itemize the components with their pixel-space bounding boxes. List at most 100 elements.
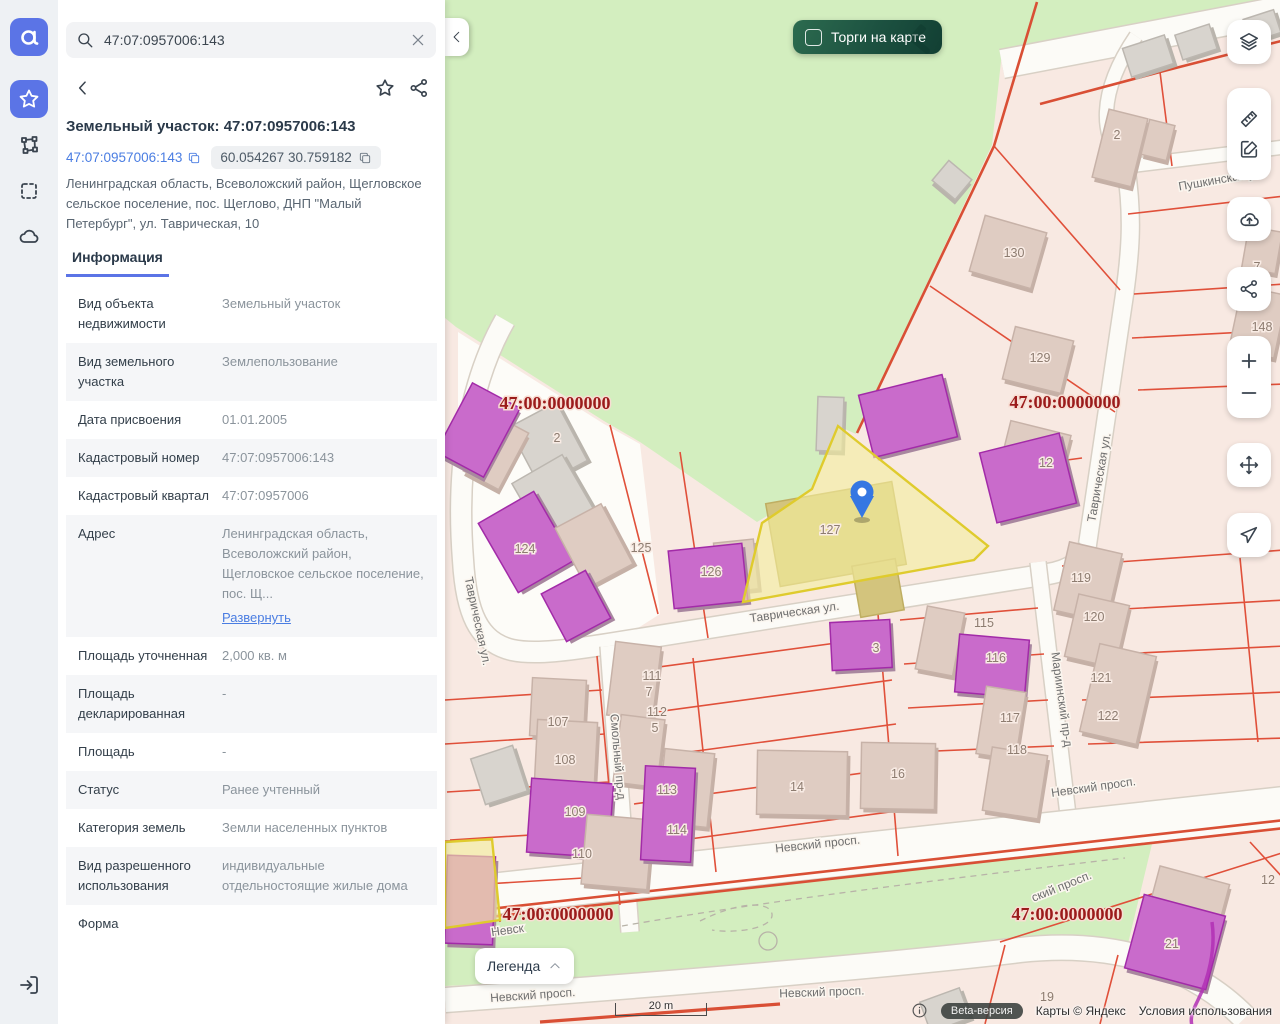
info-icon[interactable] xyxy=(911,1002,928,1019)
object-info-panel: Земельный участок: 47:07:0957006:143 47:… xyxy=(58,0,445,1024)
gavel-icon xyxy=(898,22,938,54)
share-icon xyxy=(1238,278,1260,300)
tabs: Информация xyxy=(66,243,436,277)
parcel-number-label: 120 xyxy=(1084,610,1105,624)
row-label: Категория земель xyxy=(78,818,210,838)
parcel-number-label: 124 xyxy=(515,542,536,556)
polygon-tool-button[interactable] xyxy=(10,126,48,164)
dashed-selection-icon xyxy=(17,179,41,203)
row-value xyxy=(222,914,425,934)
measure-draw-group xyxy=(1227,88,1271,180)
table-row: Кадастровый номер47:07:0957006:143 xyxy=(66,439,437,477)
parcel-number-label: 127 xyxy=(820,523,841,537)
row-value: - xyxy=(222,684,425,724)
copy-icon[interactable] xyxy=(358,151,372,165)
quarter-number-label: 47:00:0000000 xyxy=(1012,904,1123,924)
parcel-number-label: 12 xyxy=(1039,456,1053,470)
legend-button[interactable]: Легенда xyxy=(475,948,574,984)
table-row: СтатусРанее учтенный xyxy=(66,771,437,809)
parcel-number-label: 112 xyxy=(647,705,667,719)
star-icon xyxy=(17,87,41,111)
parcel-number-label: 2 xyxy=(1114,128,1121,142)
street-name-label: Невский просп. xyxy=(779,984,865,1001)
trades-checkbox[interactable] xyxy=(805,29,822,46)
zoom-in-button[interactable] xyxy=(1238,350,1260,372)
share-button[interactable] xyxy=(402,71,436,105)
cadastral-number-text: 47:07:0957006:143 xyxy=(66,150,182,165)
search-bar xyxy=(66,22,436,58)
row-label: Форма xyxy=(78,914,210,934)
parcel-number-label: 109 xyxy=(565,805,586,819)
login-button[interactable] xyxy=(10,966,48,1004)
row-value: 47:07:0957006:143 xyxy=(222,448,425,468)
search-input[interactable] xyxy=(102,31,410,49)
row-value: индивидуальные отдельностоящие жилые дом… xyxy=(222,856,425,896)
cloud-icon xyxy=(17,225,41,249)
pan-mode-button[interactable] xyxy=(1227,443,1271,487)
parcel-number-label: 14 xyxy=(790,780,804,794)
favorite-button[interactable] xyxy=(368,71,402,105)
locate-me-button[interactable] xyxy=(1227,513,1271,557)
trades-on-map-button[interactable]: Торги на карте xyxy=(793,20,942,54)
building xyxy=(982,747,1047,819)
copy-icon[interactable] xyxy=(187,151,201,165)
highlighted-parcel-secondary[interactable] xyxy=(445,839,500,928)
parcel-number-label: 113 xyxy=(657,783,677,797)
share-map-button[interactable] xyxy=(1227,267,1271,311)
upload-button[interactable] xyxy=(1227,197,1271,241)
row-label: Адрес xyxy=(78,524,210,628)
edit-icon[interactable] xyxy=(1238,138,1260,160)
expand-address-link[interactable]: Развернуть xyxy=(222,608,425,628)
object-address: Ленинградская область, Всеволожский райо… xyxy=(66,174,430,234)
chevron-left-icon xyxy=(450,30,464,44)
parcel-number-label: 116 xyxy=(986,651,1006,665)
favorites-tool-button[interactable] xyxy=(10,80,48,118)
parcel-number-label: 126 xyxy=(701,565,722,579)
map-attribution: Beta-версия Карты © Яндекс Условия испол… xyxy=(911,1002,1272,1019)
zoom-out-button[interactable] xyxy=(1238,382,1260,404)
map-canvas[interactable]: 47:00:000000047:00:000000047:00:00000004… xyxy=(445,0,1280,1024)
clear-search-icon[interactable] xyxy=(410,32,426,48)
layers-button[interactable] xyxy=(1227,20,1271,64)
zoom-controls xyxy=(1227,336,1271,418)
select-area-tool-button[interactable] xyxy=(10,172,48,210)
row-value: - xyxy=(222,742,425,762)
nspd-logo[interactable] xyxy=(10,18,48,56)
ruler-icon[interactable] xyxy=(1238,108,1260,130)
table-row: Вид разрешенного использованияиндивидуал… xyxy=(66,847,437,905)
parcel-number-label: 125 xyxy=(631,541,652,555)
parcel-number-label: 21 xyxy=(1165,937,1179,951)
table-row: Вид земельного участкаЗемлепользование xyxy=(66,343,437,401)
collapse-panel-button[interactable] xyxy=(445,18,469,56)
sign-in-icon xyxy=(17,973,41,997)
parcel-number-label: 129 xyxy=(1030,351,1051,365)
back-button[interactable] xyxy=(66,71,100,105)
row-label: Вид объекта недвижимости xyxy=(78,294,210,334)
coordinates-chip[interactable]: 60.054267 30.759182 xyxy=(211,146,380,169)
row-value: Земельный участок xyxy=(222,294,425,334)
row-value: Ленинградская область, Всеволожский райо… xyxy=(222,524,425,628)
cadastral-number-link[interactable]: 47:07:0957006:143 xyxy=(66,150,201,165)
table-row: Дата присвоения01.01.2005 xyxy=(66,401,437,439)
row-label: Статус xyxy=(78,780,210,800)
coordinates-text: 60.054267 30.759182 xyxy=(220,150,351,165)
building xyxy=(534,719,597,784)
table-row: Площадь уточненная2,000 кв. м xyxy=(66,637,437,675)
terms-of-use-link[interactable]: Условия использования xyxy=(1139,1004,1272,1018)
table-row: АдресЛенинградская область, Всеволожский… xyxy=(66,515,437,637)
share-icon xyxy=(408,77,430,99)
row-label: Вид земельного участка xyxy=(78,352,210,392)
table-row: Площадь декларированная- xyxy=(66,675,437,733)
cloud-tool-button[interactable] xyxy=(10,218,48,256)
tab-information[interactable]: Информация xyxy=(66,243,169,277)
yandex-copyright[interactable]: Карты © Яндекс xyxy=(1036,1004,1126,1018)
table-row: Форма xyxy=(66,905,437,943)
layers-icon xyxy=(1238,31,1260,53)
row-label: Площадь декларированная xyxy=(78,684,210,724)
star-outline-icon xyxy=(374,77,396,99)
polygon-icon xyxy=(17,133,41,157)
table-row: Категория земельЗемли населенных пунктов xyxy=(66,809,437,847)
parcel-number-label: 119 xyxy=(1071,571,1091,585)
cloud-upload-icon xyxy=(1238,208,1261,231)
parcel-number-label: 118 xyxy=(1007,743,1027,757)
